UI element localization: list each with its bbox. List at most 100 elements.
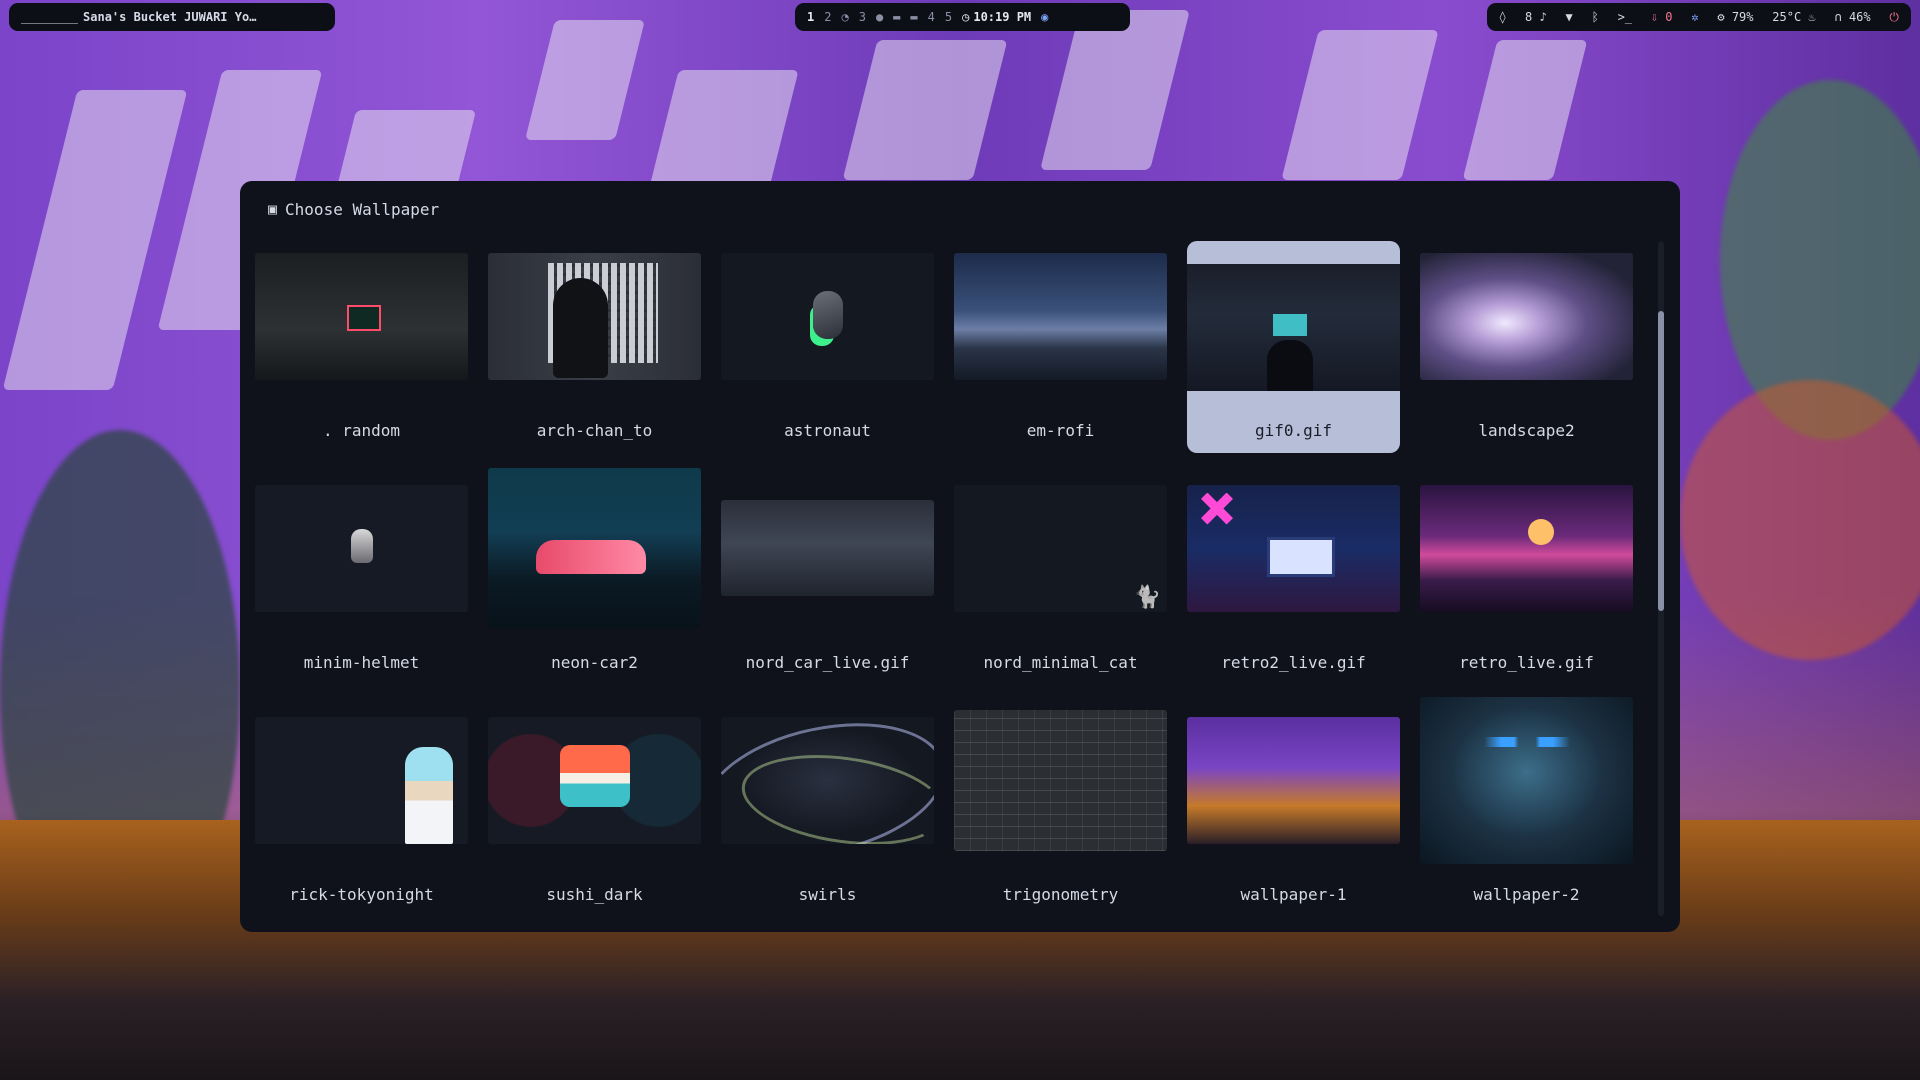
wallpaper-name: . random [322, 421, 401, 440]
wallpaper-item[interactable]: landscape2 [1420, 241, 1633, 453]
folder-app-icon: ▬ [893, 10, 901, 24]
scrollbar-thumb[interactable] [1658, 311, 1664, 611]
wallpaper-name: wallpaper-1 [1240, 885, 1347, 904]
wallpaper-item[interactable]: trigonometry [954, 705, 1167, 917]
download-icon: ⇩ [1650, 10, 1659, 24]
wallpaper-item[interactable]: em-rofi [954, 241, 1167, 453]
wallpaper-thumbnail [721, 252, 934, 380]
wallpaper-name: trigonometry [1002, 885, 1119, 904]
wallpaper-thumbnail [255, 716, 468, 844]
wallpaper-name: nord_car_live.gif [745, 653, 910, 672]
wallpaper-thumbnail [488, 252, 701, 380]
wallpaper-item-selected[interactable]: gif0.gif [1187, 241, 1400, 453]
wallpaper-name: wallpaper-2 [1473, 885, 1580, 904]
workspace-5[interactable]: 5 [945, 10, 952, 24]
downloads-status[interactable]: ⇩ 0 [1651, 10, 1673, 24]
wallpaper-name: arch-chan_to [536, 421, 653, 440]
gear-icon[interactable]: ✲ [1691, 11, 1698, 23]
notifications-count: 8 [1525, 10, 1533, 24]
wallpaper-name: nord_minimal_cat [983, 653, 1138, 672]
wallpaper-thumbnail [255, 252, 468, 380]
wallpaper-item[interactable]: retro2_live.gif [1187, 473, 1400, 685]
wallpaper-thumbnail [721, 716, 934, 844]
wallpaper-name: minim-helmet [303, 653, 420, 672]
wallpaper-item[interactable]: . random [255, 241, 468, 453]
notifications-status[interactable]: 8 ♪ [1525, 10, 1547, 24]
wallpaper-thumbnail [954, 484, 1167, 612]
wallpaper-thumbnail [1420, 696, 1633, 864]
downloads-count: 0 [1665, 10, 1673, 24]
topbar-workspaces-pill: 1 2 ◔ 3 ● ▬ ▬ 4 5 ◷ 10:19 PM ◉ [795, 3, 1130, 31]
workspace-3[interactable]: 3 [859, 10, 866, 24]
topbar-window-title-pill[interactable]: _________ Sana's Bucket JUWARI Yo… [9, 3, 335, 31]
wallpaper-name: neon-car2 [551, 653, 638, 672]
bell-icon: ♪ [1539, 10, 1547, 24]
water-drop-icon[interactable]: ◊ [1499, 11, 1506, 23]
clock-time: 10:19 PM [973, 10, 1032, 24]
flame-icon: ♨ [1808, 10, 1816, 24]
wallpaper-chooser-dialog: ▣ Choose Wallpaper . random arch-chan_to… [240, 181, 1680, 932]
workspace-indicator-line: _________ [21, 10, 78, 24]
wallpaper-name: swirls [798, 885, 857, 904]
wallpaper-item[interactable]: swirls [721, 705, 934, 917]
wallpaper-item[interactable]: neon-car2 [488, 468, 701, 685]
wallpaper-thumbnail [954, 252, 1167, 380]
temperature-value: 25°C [1772, 10, 1802, 24]
workspace-4[interactable]: 4 [928, 10, 935, 24]
wallpaper-thumbnail [1420, 484, 1633, 612]
headphone-battery-status[interactable]: ∩ 46% [1834, 10, 1870, 24]
chip-icon: ⚙ [1717, 10, 1725, 24]
wallpaper-item[interactable]: wallpaper-2 [1420, 696, 1633, 917]
clock-icon: ◷ [962, 10, 970, 24]
bluetooth-icon[interactable]: ᛒ [1592, 11, 1599, 23]
headphone-battery-value: 46% [1848, 10, 1871, 24]
circle-app-icon: ● [875, 10, 884, 24]
clock[interactable]: ◷ 10:19 PM [962, 10, 1031, 24]
wallpaper-item[interactable]: astronaut [721, 241, 934, 453]
wallpaper-item[interactable]: nord_car_live.gif [721, 473, 934, 685]
wallpaper-name: retro_live.gif [1459, 653, 1594, 672]
wallpaper-thumbnail [1187, 716, 1400, 844]
wallpaper-item[interactable]: sushi_dark [488, 705, 701, 917]
wallpaper-thumbnail [1187, 264, 1400, 391]
eye-icon[interactable]: ◉ [1041, 11, 1048, 23]
cpu-status[interactable]: ⚙ 79% [1717, 10, 1753, 24]
headphones-icon: ∩ [1834, 10, 1842, 24]
wallpaper-thumbnail [1420, 252, 1633, 380]
workspace-1[interactable]: 1 [807, 10, 814, 24]
wallpaper-name: landscape2 [1478, 421, 1575, 440]
wallpaper-name: sushi_dark [546, 885, 643, 904]
wallpaper-item[interactable]: retro_live.gif [1420, 473, 1633, 685]
wallpaper-name: astronaut [784, 421, 871, 440]
dialog-header: ▣ Choose Wallpaper [268, 199, 439, 219]
temperature-status[interactable]: 25°C ♨ [1772, 10, 1815, 24]
wallpaper-thumbnail [954, 709, 1167, 851]
wallpaper-item[interactable]: arch-chan_to [488, 241, 701, 453]
wallpaper-thumbnail [488, 468, 701, 628]
grid-scrollbar[interactable] [1658, 241, 1664, 916]
active-window-title: Sana's Bucket JUWARI Yo… [83, 10, 257, 24]
wallpaper-name: em-rofi [1026, 421, 1095, 440]
image-icon: ▣ [268, 199, 278, 218]
wallpaper-item[interactable]: nord_minimal_cat [954, 473, 1167, 685]
wallpaper-item[interactable]: minim-helmet [255, 473, 468, 685]
wallpaper-item[interactable]: rick-tokyonight [255, 705, 468, 917]
wallpaper-name: retro2_live.gif [1221, 653, 1366, 672]
topbar-status-pill: ◊ 8 ♪ ▼ ᛒ >_ ⇩ 0 ✲ ⚙ 79% 25°C ♨ ∩ 46% ⏻ [1487, 3, 1911, 31]
dialog-title: Choose Wallpaper [285, 199, 440, 219]
folder-icon: ▬ [910, 10, 918, 24]
wallpaper-thumbnail [255, 484, 468, 612]
terminal-prompt-icon[interactable]: >_ [1618, 11, 1632, 23]
wallpaper-name: rick-tokyonight [289, 885, 434, 904]
power-icon[interactable]: ⏻ [1889, 11, 1899, 23]
wallpaper-item[interactable]: wallpaper-1 [1187, 705, 1400, 917]
wallpaper-name: gif0.gif [1254, 421, 1333, 440]
workspace-2[interactable]: 2 [824, 10, 831, 24]
wallpaper-thumbnail [1187, 484, 1400, 612]
wallpaper-thumbnail [721, 500, 934, 596]
wallpaper-grid: . random arch-chan_to astronaut em-rofi … [255, 241, 1651, 921]
wifi-icon[interactable]: ▼ [1566, 11, 1573, 23]
wallpaper-thumbnail [488, 716, 701, 844]
cpu-usage: 79% [1731, 10, 1754, 24]
terminal-app-icon: ◔ [841, 10, 849, 24]
